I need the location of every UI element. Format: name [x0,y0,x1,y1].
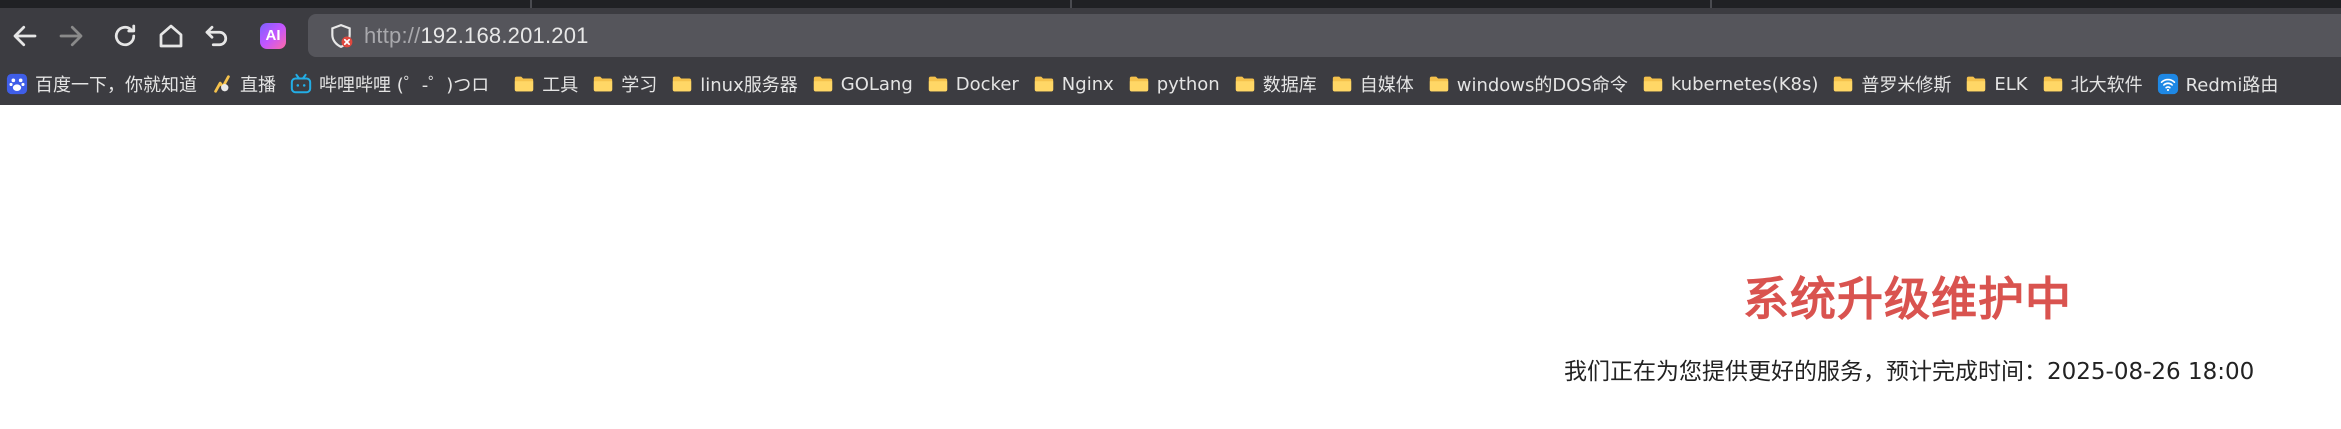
bookmark-folder-golang[interactable]: GOLang [804,67,919,101]
folder-icon [592,73,614,95]
browser-toolbar: AI http://192.168.201.201 [0,8,2341,63]
ai-icon: AI [260,22,286,49]
bookmark-label: windows的DOS命令 [1456,75,1628,96]
reload-button[interactable] [102,13,148,59]
arrow-left-icon [13,25,37,46]
bookmark-label: GOLang [840,73,913,95]
bookmark-folder-elk[interactable]: ELK [1957,67,2033,101]
bookmark-folder-media[interactable]: 自媒体 [1323,67,1420,101]
folder-icon [1331,73,1353,95]
bookmark-folder-k8s[interactable]: kubernetes(K8s) [1634,67,1825,101]
folder-icon [1965,73,1987,95]
bookmark-bilibili[interactable]: 哔哩哔哩 (゜-゜)つロ [282,67,495,101]
tab-separator [1710,0,1712,8]
back-button[interactable] [2,13,48,59]
folder-icon [927,73,949,95]
folder-icon [812,73,834,95]
bookmark-label: python [1156,73,1220,95]
folder-icon [1642,73,1664,95]
bookmark-label: Redmi路由 [2185,75,2279,96]
bookmark-label: 数据库 [1262,75,1317,96]
maintenance-message: 我们正在为您提供更好的服务，预计完成时间：2025-08-26 18:00 [1564,359,2255,385]
url-host: 192.168.201.201 [420,22,589,48]
bookmark-folder-tools[interactable]: 工具 [505,67,584,101]
url-text[interactable]: http://192.168.201.201 [364,23,589,49]
folder-icon [1033,73,1055,95]
home-icon [159,24,183,47]
tab-separator [530,0,532,8]
bookmark-baidu[interactable]: 百度一下，你就知道 [0,67,203,101]
bookmark-folder-linux[interactable]: linux服务器 [663,67,803,101]
forward-button[interactable] [48,13,94,59]
undo-close-tab-button[interactable] [194,13,240,59]
reload-icon [114,24,136,46]
bookmark-folder-nginx[interactable]: Nginx [1025,67,1120,101]
bookmark-redmi-router[interactable]: Redmi路由 [2149,67,2285,101]
bookmark-folder-prometheus[interactable]: 普罗米修斯 [1824,67,1957,101]
live-icon [211,73,233,95]
bookmark-label: ELK [1994,73,2028,95]
folder-icon [2042,73,2064,95]
page-title: 系统升级维护中 [1743,272,2072,326]
bookmark-live[interactable]: 直播 [203,67,282,101]
page-content: 系统升级维护中 我们正在为您提供更好的服务，预计完成时间：2025-08-26 … [0,105,2341,429]
bookmark-label: 普罗米修斯 [1861,75,1952,96]
tab-separator [1070,0,1072,8]
bookmark-label: 工具 [542,75,579,96]
bookmark-label: Docker [955,73,1019,95]
bilibili-icon [290,73,312,95]
folder-icon [1832,73,1854,95]
bookmark-folder-study[interactable]: 学习 [584,67,663,101]
site-security-button[interactable] [318,14,364,57]
undo-icon [205,25,228,46]
bookmarks-bar: 百度一下，你就知道 直播 哔哩哔哩 (゜-゜)つロ 工具 学习 linux服务器… [0,63,2341,105]
address-bar[interactable]: http://192.168.201.201 [308,14,2341,57]
bookmark-label: 学习 [621,75,658,96]
folder-icon [671,73,693,95]
bookmark-label: 自媒体 [1359,75,1414,96]
folder-icon [513,73,535,95]
bookmark-folder-dos[interactable]: windows的DOS命令 [1420,67,1634,101]
folder-icon [1128,73,1150,95]
bookmark-folder-database[interactable]: 数据库 [1226,67,1323,101]
bookmark-folder-python[interactable]: python [1120,67,1226,101]
bookmark-folder-pku-software[interactable]: 北大软件 [2034,67,2149,101]
baidu-paw-icon [6,73,28,95]
bookmark-label: 直播 [240,75,276,96]
arrow-right-icon [59,25,83,46]
folder-icon [1428,73,1450,95]
bookmark-label: kubernetes(K8s) [1670,73,1819,95]
bookmark-folder-docker[interactable]: Docker [919,67,1025,101]
bookmark-label: linux服务器 [700,75,798,96]
bookmark-label: 哔哩哔哩 (゜-゜)つロ [319,75,490,96]
bookmark-label: Nginx [1061,73,1114,95]
bookmark-label: 北大软件 [2070,75,2143,96]
ai-assistant-button[interactable]: AI [248,13,298,59]
folder-icon [1234,73,1256,95]
wifi-icon [2157,73,2179,95]
shield-warning-icon [331,23,353,48]
home-button[interactable] [148,13,194,59]
bookmark-label: 百度一下，你就知道 [35,75,197,96]
url-scheme: http:// [364,22,421,48]
tab-strip [0,0,2341,8]
